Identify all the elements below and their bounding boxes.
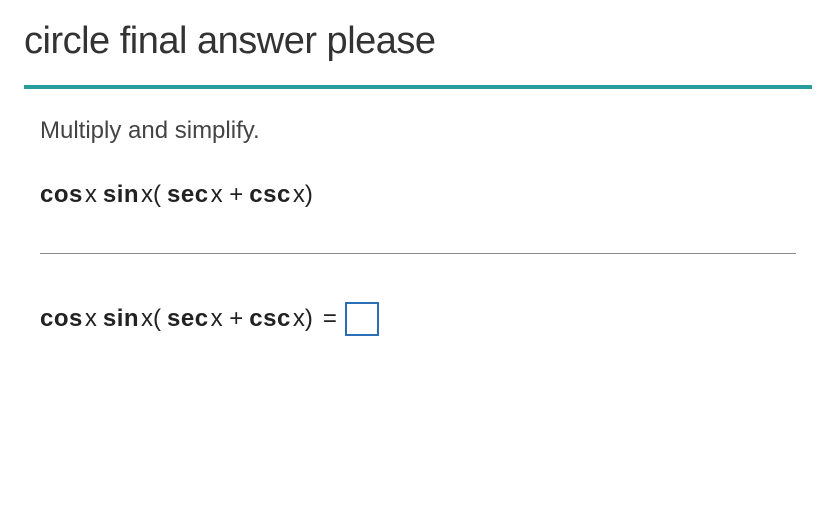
fn-sec: sec <box>167 181 209 209</box>
thin-divider <box>40 253 796 254</box>
expression-line: cosx sinx( secx + cscx) <box>40 181 796 209</box>
var-x1: x <box>85 181 97 209</box>
ans-var-x1: x <box>85 305 97 333</box>
fn-sin: sin <box>103 181 139 209</box>
ans-fn-cos: cos <box>40 305 83 333</box>
ans-var-x3: x + <box>211 305 244 333</box>
content-area: Multiply and simplify. cosx sinx( secx +… <box>24 89 812 336</box>
instruction-text: Multiply and simplify. <box>40 117 796 145</box>
var-x2: x( <box>141 181 161 209</box>
fn-cos: cos <box>40 181 83 209</box>
ans-fn-csc: csc <box>249 305 291 333</box>
ans-fn-sin: sin <box>103 305 139 333</box>
ans-var-x2: x( <box>141 305 161 333</box>
ans-var-x4: x) <box>293 305 313 333</box>
answer-input-box[interactable] <box>345 302 379 336</box>
page-heading: circle final answer please <box>24 20 812 63</box>
equals-sign: = <box>323 305 337 333</box>
ans-fn-sec: sec <box>167 305 209 333</box>
fn-csc: csc <box>249 181 291 209</box>
answer-row: cosx sinx( secx + cscx) = <box>40 302 796 336</box>
var-x4: x) <box>293 181 313 209</box>
var-x3: x + <box>211 181 244 209</box>
